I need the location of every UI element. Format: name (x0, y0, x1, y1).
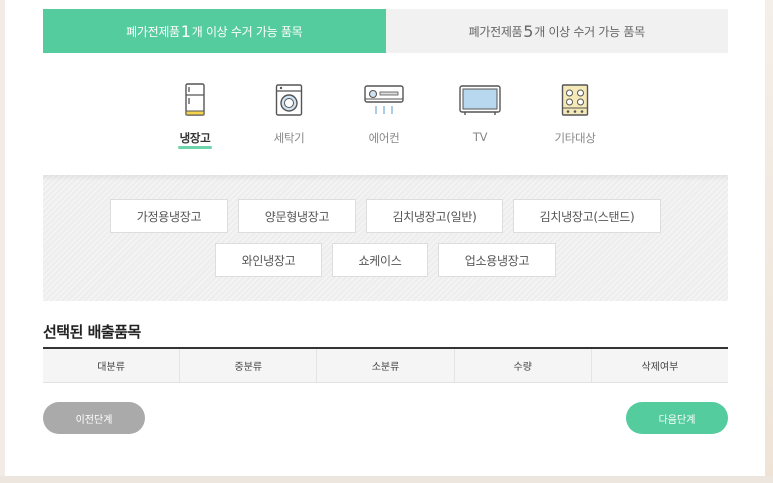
sub-item-button[interactable]: 와인냉장고 (215, 243, 322, 277)
sub-item-button[interactable]: 쇼케이스 (332, 243, 428, 277)
tab-number: 5 (523, 21, 534, 41)
next-step-button[interactable]: 다음단계 (626, 402, 728, 434)
sub-item-button[interactable]: 가정용냉장고 (110, 199, 228, 233)
category-selector: 냉장고 세탁기 에어컨 TV 기타대상 (150, 82, 620, 152)
category-label: 세탁기 (273, 131, 305, 145)
tab-one-or-more[interactable]: 폐가전제품 1 개 이상 수거 가능 품목 (43, 9, 386, 53)
column-header-major-category: 대분류 (43, 349, 181, 382)
category-refrigerator[interactable]: 냉장고 (155, 82, 235, 149)
prev-step-button[interactable]: 이전단계 (43, 402, 145, 434)
column-header-quantity: 수량 (455, 349, 592, 382)
tab-five-or-more[interactable]: 폐가전제품 5 개 이상 수거 가능 품목 (385, 9, 728, 53)
column-header-minor-category: 소분류 (317, 349, 455, 382)
category-washing-machine[interactable]: 세탁기 (249, 82, 329, 146)
category-tv[interactable]: TV (440, 82, 520, 145)
sub-item-label: 와인냉장고 (241, 253, 296, 268)
refrigerator-icon (185, 83, 205, 116)
sub-item-button[interactable]: 김치냉장고(스탠드) (513, 199, 661, 233)
category-label: TV (472, 130, 488, 144)
collection-type-tabs: 폐가전제품 1 개 이상 수거 가능 품목 폐가전제품 5 개 이상 수거 가능… (43, 9, 728, 53)
washing-machine-icon (275, 84, 303, 116)
air-conditioner-icon (364, 85, 404, 114)
sub-item-label: 쇼케이스 (358, 253, 402, 268)
tab-number: 1 (180, 21, 191, 41)
selected-items-title: 선택된 배출품목 (43, 323, 141, 341)
tab-suffix: 개 이상 수거 가능 품목 (191, 24, 303, 39)
category-air-conditioner[interactable]: 에어컨 (344, 82, 424, 146)
category-label: 기타대상 (554, 131, 596, 145)
tab-prefix: 폐가전제품 (126, 24, 180, 39)
selected-items-table: 대분류 중분류 소분류 수량 삭제여부 (43, 347, 728, 383)
table-header-row: 대분류 중분류 소분류 수량 삭제여부 (43, 347, 728, 383)
tv-icon (459, 85, 501, 115)
sub-item-label: 김치냉장고(일반) (392, 209, 477, 224)
category-label: 냉장고 (177, 131, 213, 149)
page-background-bottom (0, 476, 773, 483)
column-header-delete: 삭제여부 (641, 362, 679, 373)
sub-item-label: 양문형냉장고 (264, 209, 330, 224)
sub-item-label: 가정용냉장고 (136, 209, 202, 224)
tab-suffix: 개 이상 수거 가능 품목 (534, 24, 645, 39)
sub-item-button[interactable]: 업소용냉장고 (438, 243, 556, 277)
sub-item-label: 김치냉장고(스탠드) (539, 209, 635, 224)
category-label: 에어컨 (368, 131, 400, 145)
sub-item-button[interactable]: 김치냉장고(일반) (366, 199, 503, 233)
page-background-right (765, 0, 773, 483)
tab-prefix: 폐가전제품 (468, 24, 523, 39)
column-header-mid-category: 중분류 (180, 349, 318, 382)
sub-item-label: 업소용냉장고 (464, 253, 530, 268)
sub-item-button[interactable]: 양문형냉장고 (238, 199, 356, 233)
sub-item-panel: 가정용냉장고 양문형냉장고 김치냉장고(일반) 김치냉장고(스탠드) 와인냉장고… (43, 175, 728, 301)
category-etc[interactable]: 기타대상 (535, 82, 615, 146)
etc-appliance-icon (561, 84, 589, 116)
